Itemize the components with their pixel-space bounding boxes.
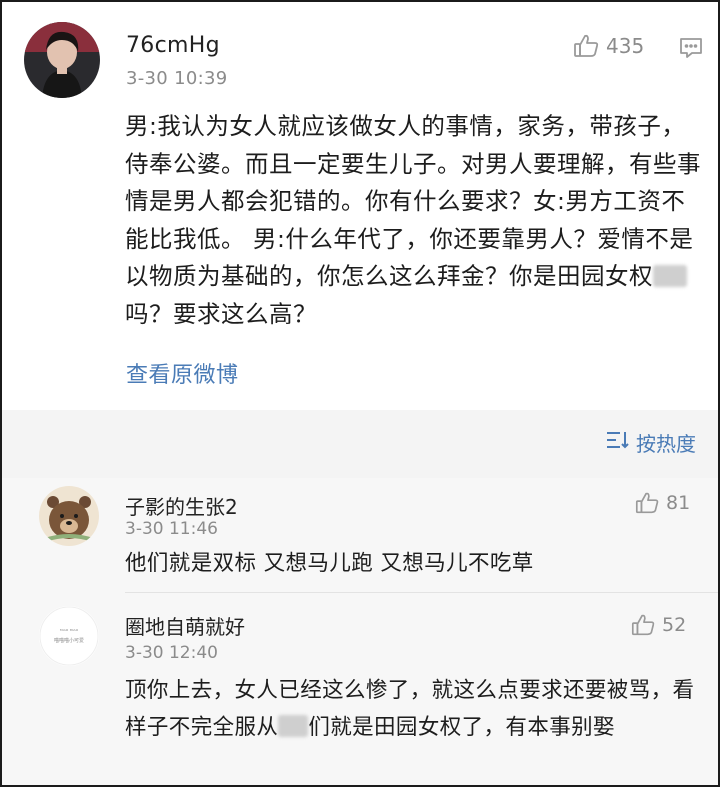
comment-username[interactable]: 子影的生张2: [125, 491, 238, 520]
censored-blur: [278, 715, 309, 737]
view-original-link[interactable]: 查看原微博: [126, 357, 239, 389]
comment-list: 子影的生张2 3-30 11:46 81 他们就是双标 又想马儿跑 又想马儿不吃…: [2, 478, 718, 785]
post-like-button[interactable]: 435: [572, 32, 644, 60]
comment-item: ᴹᴵᴬᴼ ᴹᴵᴬᴼ 喵喵喵小可爱 圈地自萌就好 3-30 12:40 52 顶你…: [2, 592, 718, 785]
weibo-post-screen: 76cmHg 3-30 10:39 435 男:我认为女人就应该做女人的事情，家…: [0, 0, 720, 787]
comment-text: 他们就是双标 又想马儿跑 又想马儿不吃草: [125, 551, 534, 576]
comment-like-count: 81: [666, 492, 691, 514]
post-like-count: 435: [606, 34, 645, 58]
sort-by-hot-button[interactable]: 按热度: [606, 428, 696, 457]
comment-avatar[interactable]: [39, 486, 99, 546]
comment-timestamp: 3-30 11:46: [125, 519, 218, 539]
post-author-name[interactable]: 76cmHg: [126, 33, 220, 58]
thumbs-up-icon: [634, 490, 660, 516]
comment-text: 顶你上去，女人已经这么惨了，就这么点要求还要被骂，看样子不完全服从 们就是田园女权…: [125, 672, 700, 746]
comment-like-count: 52: [662, 614, 687, 636]
sort-lines-icon: [606, 430, 630, 455]
comment-text-part2: 们就是田园女权了，有本事别娶: [308, 715, 615, 740]
censored-blur: [653, 265, 687, 287]
avatar-caption-line1: ᴹᴵᴬᴼ ᴹᴵᴬᴼ: [60, 629, 79, 635]
comment-timestamp: 3-30 12:40: [125, 643, 218, 663]
comment-like-button[interactable]: 81: [634, 490, 690, 516]
comment-avatar[interactable]: ᴹᴵᴬᴼ ᴹᴵᴬᴼ 喵喵喵小可爱: [39, 606, 99, 666]
sort-bar: 按热度: [2, 410, 718, 478]
comment-username[interactable]: 圈地自萌就好: [125, 611, 245, 640]
thumbs-up-icon: [630, 612, 656, 638]
comment-like-button[interactable]: 52: [630, 612, 686, 638]
avatar-caption-line2: 喵喵喵小可爱: [54, 637, 84, 644]
post-body-part2: 吗？要求这么高？: [125, 299, 317, 328]
post-body-part1: 男:我认为女人就应该做女人的事情，家务，带孩子，侍奉公婆。而且一定要生儿子。对男…: [125, 112, 701, 290]
comment-icon[interactable]: [679, 36, 703, 64]
thumbs-up-icon: [572, 32, 600, 60]
original-post: 76cmHg 3-30 10:39 435 男:我认为女人就应该做女人的事情，家…: [2, 2, 718, 410]
post-author-avatar[interactable]: [24, 22, 100, 98]
sort-label: 按热度: [636, 432, 696, 456]
post-body: 男:我认为女人就应该做女人的事情，家务，带孩子，侍奉公婆。而且一定要生儿子。对男…: [125, 108, 705, 333]
comment-item: 子影的生张2 3-30 11:46 81 他们就是双标 又想马儿跑 又想马儿不吃…: [2, 478, 718, 592]
post-timestamp: 3-30 10:39: [126, 68, 228, 89]
